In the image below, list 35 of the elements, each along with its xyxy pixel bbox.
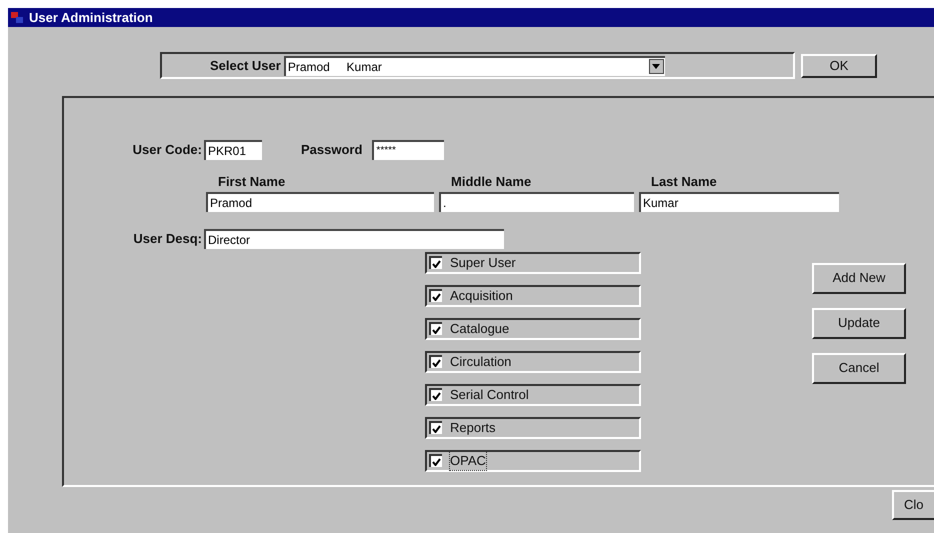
name-label: Middle Name <box>450 173 532 191</box>
close-button[interactable]: Clo <box>892 490 934 520</box>
name-field[interactable]: Pramod <box>206 192 434 212</box>
user-desq-field[interactable]: Director <box>204 228 504 248</box>
window-title: User Administration <box>29 8 153 27</box>
permission-checkbox[interactable]: Serial Control <box>425 384 641 406</box>
user-desq-label: User Desq: <box>133 230 202 246</box>
ok-button[interactable]: OK <box>801 54 877 78</box>
user-code-label: User Code: <box>132 142 202 158</box>
permission-checkbox[interactable]: Acquisition <box>425 284 641 306</box>
name-field[interactable]: Kumar <box>639 192 839 212</box>
action-button[interactable]: Cancel <box>812 352 906 384</box>
select-user-label: Select User <box>210 56 281 75</box>
checkbox-icon[interactable] <box>429 454 442 467</box>
app-icon <box>10 10 25 24</box>
checkbox-icon[interactable] <box>429 256 442 269</box>
checkbox-icon[interactable] <box>429 289 442 302</box>
select-user-dropdown[interactable]: Pramod Kumar <box>284 56 665 76</box>
password-label: Password <box>301 141 362 160</box>
checkbox-icon[interactable] <box>429 388 442 401</box>
checkbox-icon[interactable] <box>429 421 442 434</box>
permission-checkbox[interactable]: Circulation <box>425 350 641 372</box>
action-button[interactable]: Add New <box>812 262 906 294</box>
checkbox-icon[interactable] <box>429 355 442 368</box>
checkbox-icon[interactable] <box>429 322 442 335</box>
name-field[interactable]: . <box>439 192 634 212</box>
password-field[interactable]: ***** <box>372 140 444 160</box>
user-code-field[interactable]: PKR01 <box>204 140 262 160</box>
action-button[interactable]: Update <box>812 308 906 338</box>
permission-checkbox[interactable]: Super User <box>425 252 641 274</box>
name-label: Last Name <box>650 173 718 191</box>
permission-checkbox[interactable]: OPAC <box>425 450 641 472</box>
permission-checkbox[interactable]: Catalogue <box>425 318 641 340</box>
name-label: First Name <box>217 173 286 191</box>
permission-checkbox[interactable]: Reports <box>425 416 641 438</box>
